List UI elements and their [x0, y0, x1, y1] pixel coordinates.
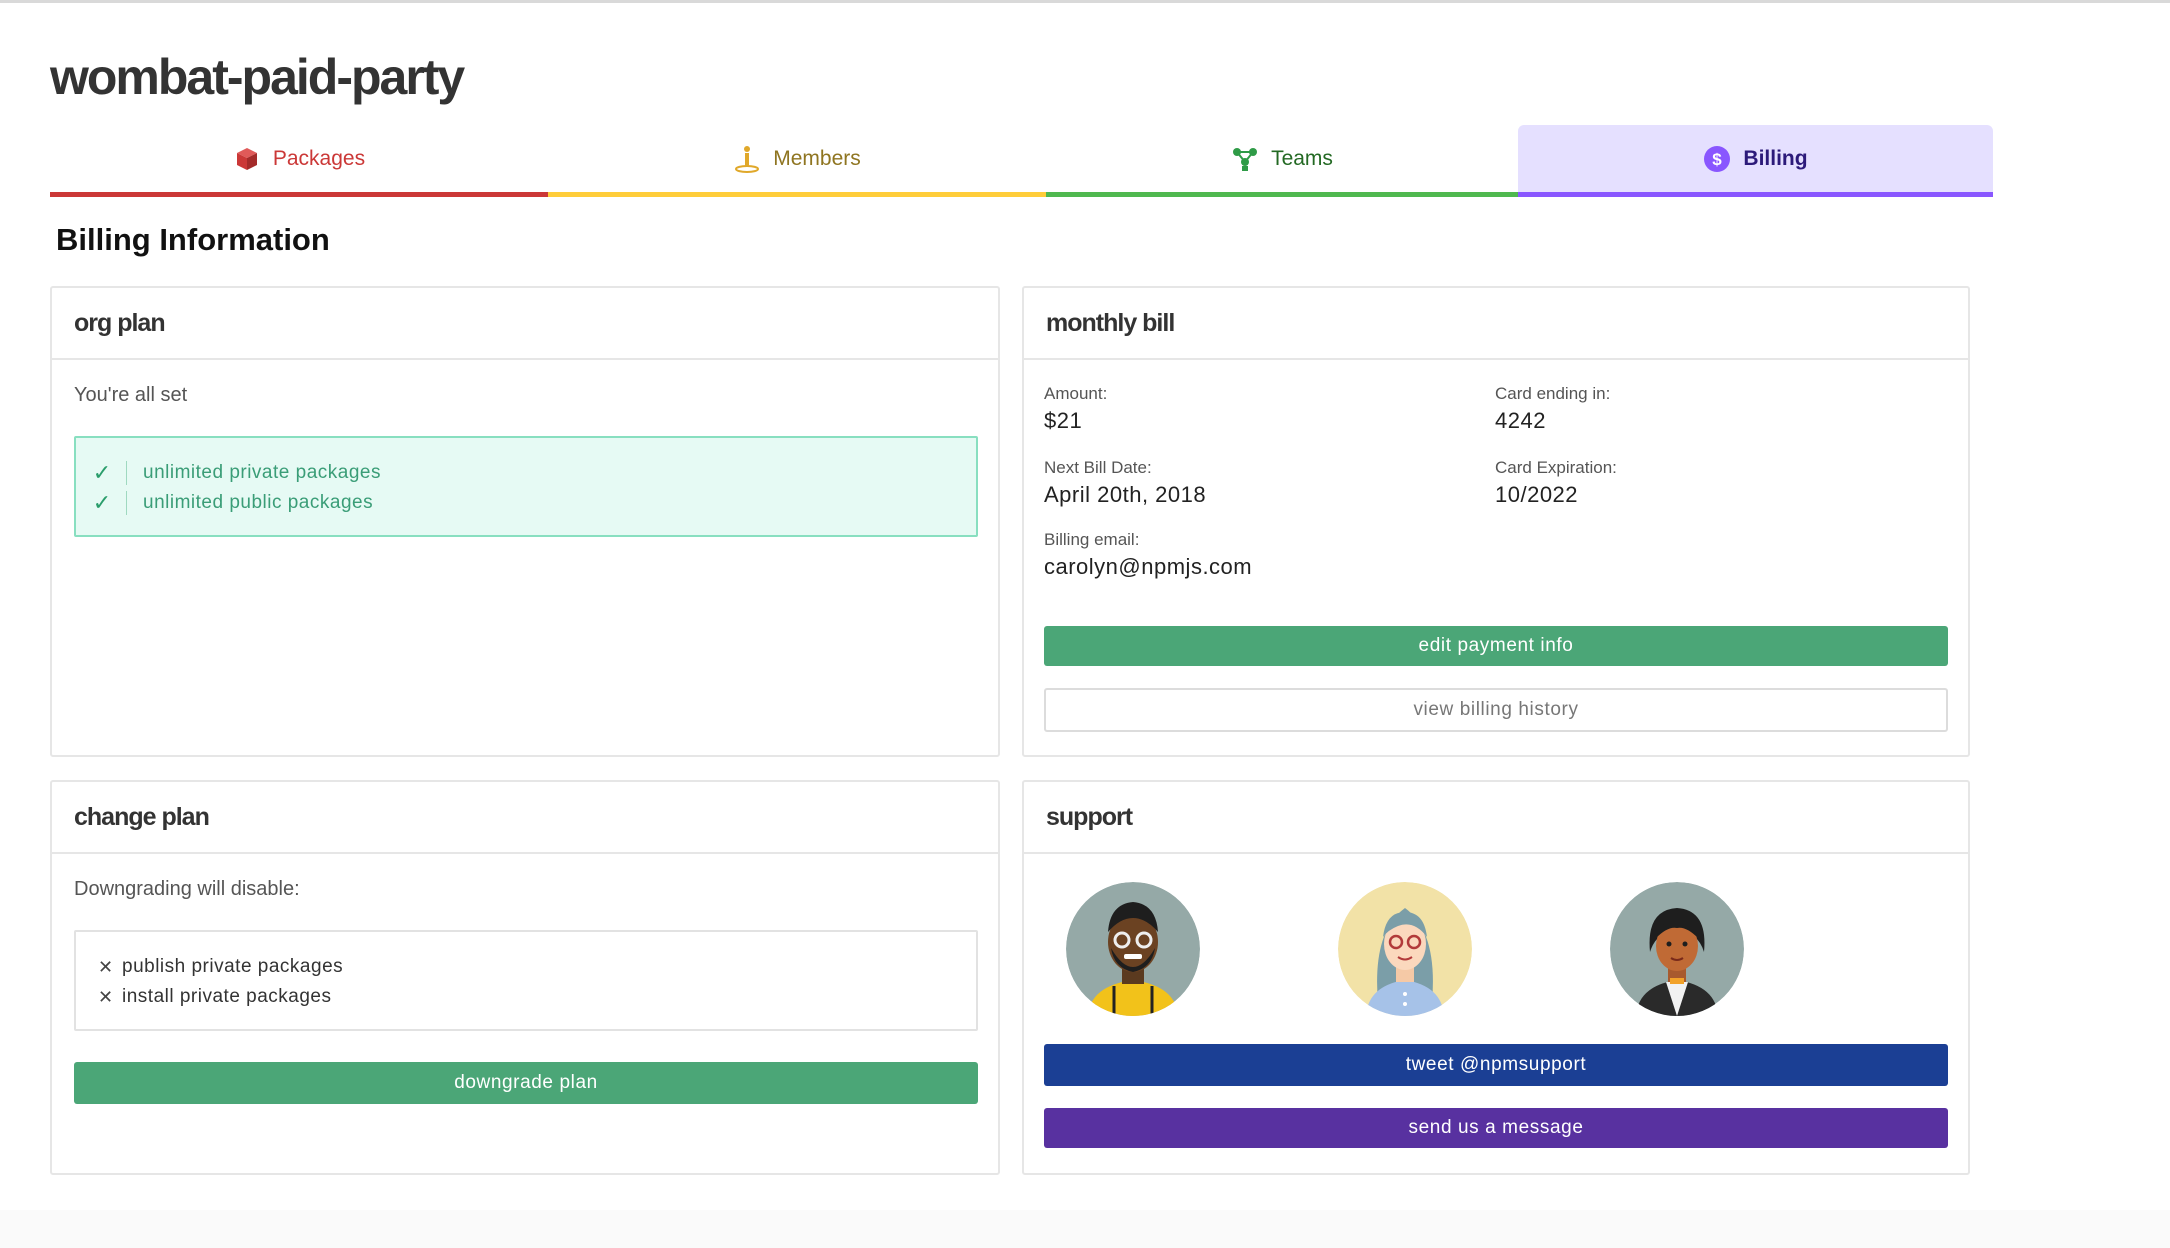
- tab-billing[interactable]: $ Billing: [1518, 125, 1993, 197]
- benefit-item: ✓ unlimited private packages: [76, 458, 976, 488]
- support-card: support tweet @npmsupport send us a mess…: [1022, 780, 1970, 1175]
- package-icon: [233, 145, 261, 173]
- tab-teams[interactable]: Teams: [1046, 125, 1518, 197]
- close-icon: ✕: [98, 956, 114, 977]
- tweet-support-button[interactable]: tweet @npmsupport: [1044, 1044, 1948, 1086]
- billing-email-value: carolyn@npmjs.com: [1044, 554, 1253, 579]
- card-title: change plan: [52, 782, 998, 854]
- disabled-feature-item: ✕ install private packages: [98, 986, 332, 1007]
- page-footer-strip: [0, 1210, 2170, 1248]
- downgrade-plan-button[interactable]: downgrade plan: [74, 1062, 978, 1104]
- support-avatar: [1610, 882, 1744, 1016]
- support-avatar: [1066, 882, 1200, 1016]
- tab-label: Teams: [1271, 146, 1333, 170]
- check-icon: ✓: [92, 490, 112, 515]
- benefit-item: ✓ unlimited public packages: [76, 488, 976, 518]
- amount-field: Amount: $21: [1044, 384, 1108, 433]
- change-plan-card: change plan Downgrading will disable: ✕ …: [50, 780, 1000, 1175]
- downgrade-intro: Downgrading will disable:: [74, 878, 300, 900]
- top-divider: [0, 0, 2170, 3]
- teams-icon: [1231, 145, 1259, 173]
- disabled-feature-item: ✕ publish private packages: [98, 956, 344, 977]
- send-message-button[interactable]: send us a message: [1044, 1108, 1948, 1148]
- card-expiration-value: 10/2022: [1495, 482, 1579, 507]
- tab-label: Packages: [272, 146, 366, 170]
- org-plan-card: org plan You're all set ✓ unlimited priv…: [50, 286, 1000, 757]
- plan-benefits: ✓ unlimited private packages ✓ unlimited…: [74, 436, 978, 537]
- support-avatar: [1338, 882, 1472, 1016]
- tab-members[interactable]: Members: [548, 125, 1046, 197]
- svg-text:$: $: [1713, 150, 1723, 169]
- billing-email-field: Billing email: carolyn@npmjs.com: [1044, 530, 1253, 579]
- card-title: support: [1024, 782, 1968, 854]
- tab-label: Billing: [1743, 146, 1808, 170]
- card-expiration-field: Card Expiration: 10/2022: [1495, 458, 1617, 507]
- member-icon: [733, 145, 761, 173]
- monthly-bill-card: monthly bill Amount: $21 Card ending in:…: [1022, 286, 1970, 757]
- check-icon: ✓: [92, 460, 112, 485]
- next-bill-date-value: April 20th, 2018: [1044, 482, 1207, 507]
- tab-packages[interactable]: Packages: [50, 125, 548, 197]
- card-title: org plan: [52, 288, 998, 360]
- card-title: monthly bill: [1024, 288, 1968, 360]
- section-title: Billing Information: [56, 222, 330, 257]
- edit-payment-info-button[interactable]: edit payment info: [1044, 626, 1948, 666]
- org-title: wombat-paid-party: [50, 49, 465, 105]
- card-ending-value: 4242: [1495, 408, 1546, 433]
- view-billing-history-button[interactable]: view billing history: [1044, 688, 1948, 732]
- disabled-features: ✕ publish private packages ✕ install pri…: [74, 930, 978, 1031]
- card-ending-field: Card ending in: 4242: [1495, 384, 1611, 433]
- dollar-icon: $: [1703, 145, 1731, 173]
- next-bill-date-field: Next Bill Date: April 20th, 2018: [1044, 458, 1207, 507]
- close-icon: ✕: [98, 986, 114, 1007]
- tab-label: Members: [773, 146, 861, 170]
- plan-status: You're all set: [74, 384, 188, 406]
- org-tabs: Packages Members Teams $ Billing: [50, 125, 1993, 197]
- amount-value: $21: [1044, 408, 1083, 433]
